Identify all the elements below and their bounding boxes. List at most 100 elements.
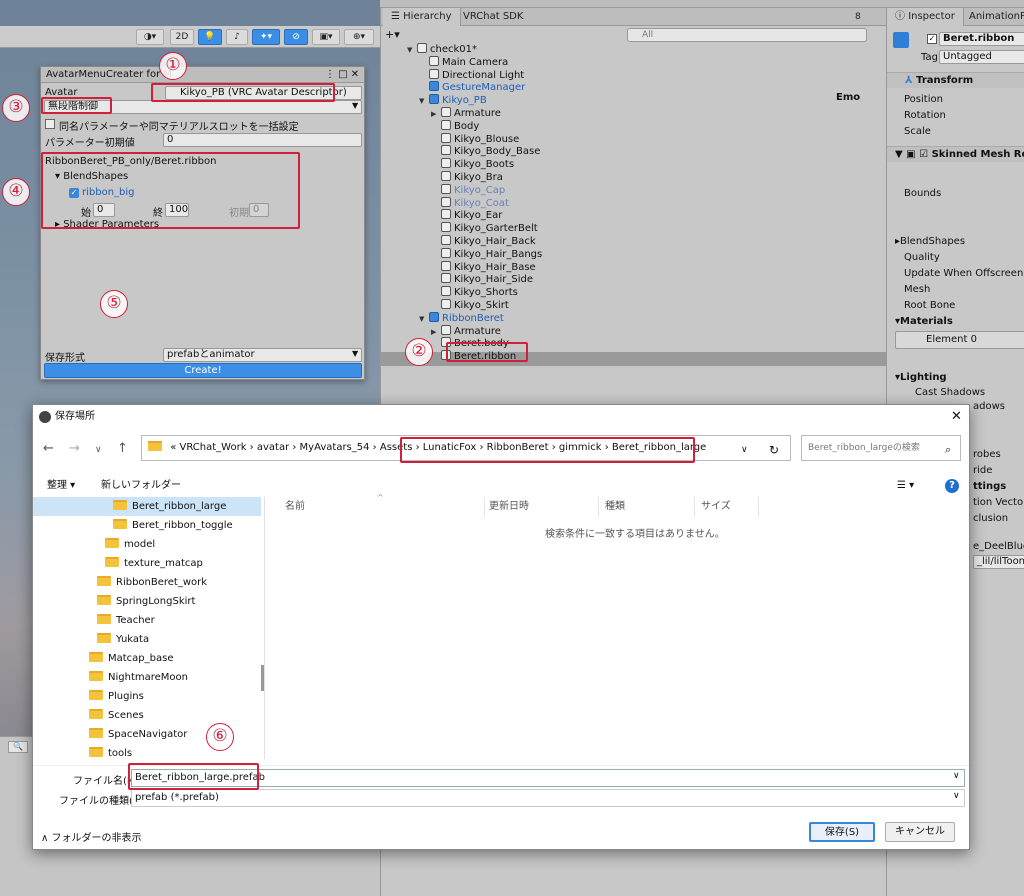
hierarchy-item[interactable]: Kikyo_Hair_Bangs bbox=[431, 247, 542, 261]
tab-hierarchy[interactable]: ☰ Hierarchy bbox=[383, 8, 461, 26]
tab-vrchat-sdk[interactable]: VRChat SDK bbox=[455, 8, 531, 26]
param-init-input[interactable]: 0 bbox=[163, 133, 362, 147]
gizmos-icon[interactable]: ⊕▾ bbox=[344, 29, 374, 45]
hierarchy-item[interactable]: GestureManager bbox=[419, 81, 525, 94]
chevron-down-icon[interactable]: ▼ bbox=[407, 44, 417, 57]
hierarchy-item[interactable]: Body bbox=[431, 119, 479, 133]
folder-tree-item[interactable]: model bbox=[33, 535, 261, 554]
hidden-objects-icon[interactable]: ⊘ bbox=[284, 29, 308, 45]
breadcrumb-separator-icon[interactable]: › bbox=[289, 442, 299, 453]
materials-header[interactable]: ▾Materials bbox=[895, 316, 953, 327]
hierarchy-item[interactable]: ▼ check01* bbox=[407, 43, 477, 56]
breadcrumb-item[interactable]: LunaticFox bbox=[423, 442, 477, 453]
breadcrumb-item[interactable]: avatar bbox=[257, 442, 289, 453]
hierarchy-item[interactable]: Kikyo_Cap bbox=[431, 183, 505, 197]
element0-row[interactable]: Element 0 bbox=[895, 331, 1024, 349]
organize-button[interactable]: 整理 ▾ bbox=[47, 475, 75, 497]
close-icon[interactable]: ✕ bbox=[951, 409, 962, 424]
hierarchy-item[interactable]: Kikyo_Blouse bbox=[431, 132, 519, 146]
breadcrumb-item[interactable]: Assets bbox=[380, 442, 413, 453]
ribbon-big-checkbox[interactable]: ✓ bbox=[69, 188, 79, 198]
filetype-dropdown[interactable]: prefab (*.prefab) bbox=[131, 789, 965, 807]
add-object-button[interactable]: +▾ bbox=[385, 28, 400, 41]
back-icon[interactable]: ← bbox=[43, 441, 54, 456]
2d-toggle-button[interactable]: 2D bbox=[170, 29, 194, 45]
hierarchy-item[interactable]: Beret.ribbon bbox=[431, 350, 516, 363]
shader-dropdown[interactable]: _lil/lilToonM bbox=[973, 555, 1024, 569]
column-modified[interactable]: 更新日時 bbox=[487, 497, 599, 517]
chevron-down-icon[interactable]: ▼ bbox=[419, 95, 429, 108]
create-button[interactable]: Create! bbox=[44, 363, 362, 378]
avatar-field[interactable]: Kikyo_PB (VRC Avatar Descriptor) bbox=[165, 86, 362, 100]
search-icon[interactable]: ⌕ bbox=[945, 443, 951, 457]
chevron-down-icon[interactable]: ∨ bbox=[953, 771, 960, 781]
hierarchy-item[interactable]: ▶ Armature bbox=[431, 324, 501, 338]
hierarchy-item[interactable]: Kikyo_Skirt bbox=[431, 299, 509, 312]
tab-inspector[interactable]: ⓘ Inspector bbox=[887, 8, 964, 26]
folder-tree-item[interactable]: texture_matcap bbox=[33, 554, 261, 573]
breadcrumb-item[interactable]: RibbonBeret bbox=[487, 442, 549, 453]
folder-tree-item[interactable]: Scenes bbox=[33, 706, 261, 725]
shader-params-foldout[interactable]: ▸ Shader Parameters bbox=[55, 219, 159, 230]
shading-mode-icon[interactable]: ◑▾ bbox=[136, 29, 164, 45]
folder-search-input[interactable]: Beret_ribbon_largeの検索 bbox=[801, 435, 961, 461]
column-size[interactable]: サイズ bbox=[699, 497, 759, 517]
hierarchy-item[interactable]: Kikyo_Hair_Base bbox=[431, 260, 536, 274]
hierarchy-item[interactable]: Kikyo_Hair_Side bbox=[431, 273, 533, 286]
tree-scrollbar[interactable] bbox=[261, 665, 264, 691]
chevron-down-icon[interactable]: ∨ bbox=[953, 791, 960, 801]
hierarchy-item[interactable]: ▼ Kikyo_PB bbox=[419, 94, 487, 107]
audio-toggle-icon[interactable]: ♪ bbox=[226, 29, 248, 45]
forward-icon[interactable]: → bbox=[69, 441, 80, 456]
breadcrumb-item[interactable]: Beret_ribbon_large bbox=[612, 442, 706, 453]
column-name[interactable]: 名前 bbox=[283, 497, 485, 517]
end-input[interactable]: 100 bbox=[165, 203, 189, 217]
hierarchy-item[interactable]: Kikyo_Shorts bbox=[431, 286, 518, 299]
start-input[interactable]: 0 bbox=[93, 203, 115, 217]
hierarchy-item[interactable]: ▼ RibbonBeret bbox=[419, 311, 504, 326]
chevron-down-icon[interactable]: ▼ bbox=[419, 313, 429, 326]
hide-folders-toggle[interactable]: ∧ フォルダーの非表示 bbox=[41, 829, 142, 844]
hierarchy-item[interactable]: Kikyo_Ear bbox=[431, 209, 502, 222]
breadcrumb-separator-icon[interactable]: › bbox=[602, 442, 612, 453]
hierarchy-search-input[interactable]: All bbox=[627, 28, 867, 42]
hierarchy-item[interactable]: ▶ Armature bbox=[431, 107, 501, 120]
folder-tree-item[interactable]: NightmareMoon bbox=[33, 668, 261, 687]
view-options-icon[interactable]: ☰ ▾ bbox=[897, 475, 914, 497]
object-name-field[interactable]: Beret.ribbon bbox=[939, 32, 1024, 46]
folder-tree-item[interactable]: RibbonBeret_work bbox=[33, 573, 261, 592]
recent-chevron-icon[interactable]: ∨ bbox=[95, 445, 102, 455]
filename-input[interactable]: Beret_ribbon_large.prefab bbox=[131, 769, 965, 787]
refresh-icon[interactable]: ↻ bbox=[769, 443, 779, 457]
hierarchy-item[interactable]: Kikyo_Hair_Back bbox=[431, 235, 536, 248]
hierarchy-item[interactable]: Kikyo_Bra bbox=[431, 171, 503, 184]
mode-dropdown[interactable]: 無段階制御 bbox=[44, 100, 362, 114]
address-bar[interactable]: « VRChat_Work › avatar › MyAvatars_54 › … bbox=[141, 435, 791, 461]
breadcrumb-separator-icon[interactable]: › bbox=[246, 442, 256, 453]
active-checkbox[interactable]: ✓ bbox=[927, 34, 937, 44]
folder-tree-item[interactable]: Matcap_base bbox=[33, 649, 261, 668]
skinned-mesh-header[interactable]: ▼ ▣ ☑ Skinned Mesh Rend bbox=[887, 146, 1024, 162]
breadcrumb-separator-icon[interactable]: › bbox=[412, 442, 422, 453]
breadcrumb-separator-icon[interactable]: › bbox=[370, 442, 380, 453]
tag-dropdown[interactable]: Untagged bbox=[939, 50, 1024, 64]
folder-tree-item[interactable]: Plugins bbox=[33, 687, 261, 706]
breadcrumb-item[interactable]: VRChat_Work bbox=[180, 442, 247, 453]
folder-tree-item[interactable]: Beret_ribbon_large bbox=[33, 497, 261, 516]
breadcrumb-separator-icon[interactable]: › bbox=[549, 442, 559, 453]
help-icon[interactable]: ? bbox=[945, 479, 959, 493]
folder-tree-item[interactable]: SpringLongSkirt bbox=[33, 592, 261, 611]
save-format-dropdown[interactable]: prefabとanimator bbox=[163, 348, 362, 362]
hierarchy-item[interactable]: Kikyo_Boots bbox=[431, 158, 514, 171]
folder-tree-item[interactable]: Beret_ribbon_toggle bbox=[33, 516, 261, 535]
hierarchy-item[interactable]: Kikyo_Coat bbox=[431, 196, 509, 210]
hierarchy-item[interactable]: Main Camera bbox=[419, 55, 508, 69]
hierarchy-item[interactable]: Beret.body bbox=[431, 337, 509, 350]
lighting-header[interactable]: ▾Lighting bbox=[895, 372, 947, 383]
up-icon[interactable]: ↑ bbox=[117, 441, 128, 456]
blendshapes-foldout[interactable]: ▾ BlendShapes bbox=[55, 171, 128, 182]
breadcrumb-item[interactable]: gimmick bbox=[559, 442, 602, 453]
hierarchy-item[interactable]: Kikyo_GarterBelt bbox=[431, 222, 538, 235]
address-dropdown-icon[interactable]: ∨ bbox=[741, 445, 748, 455]
cancel-button[interactable]: キャンセル bbox=[885, 822, 955, 842]
